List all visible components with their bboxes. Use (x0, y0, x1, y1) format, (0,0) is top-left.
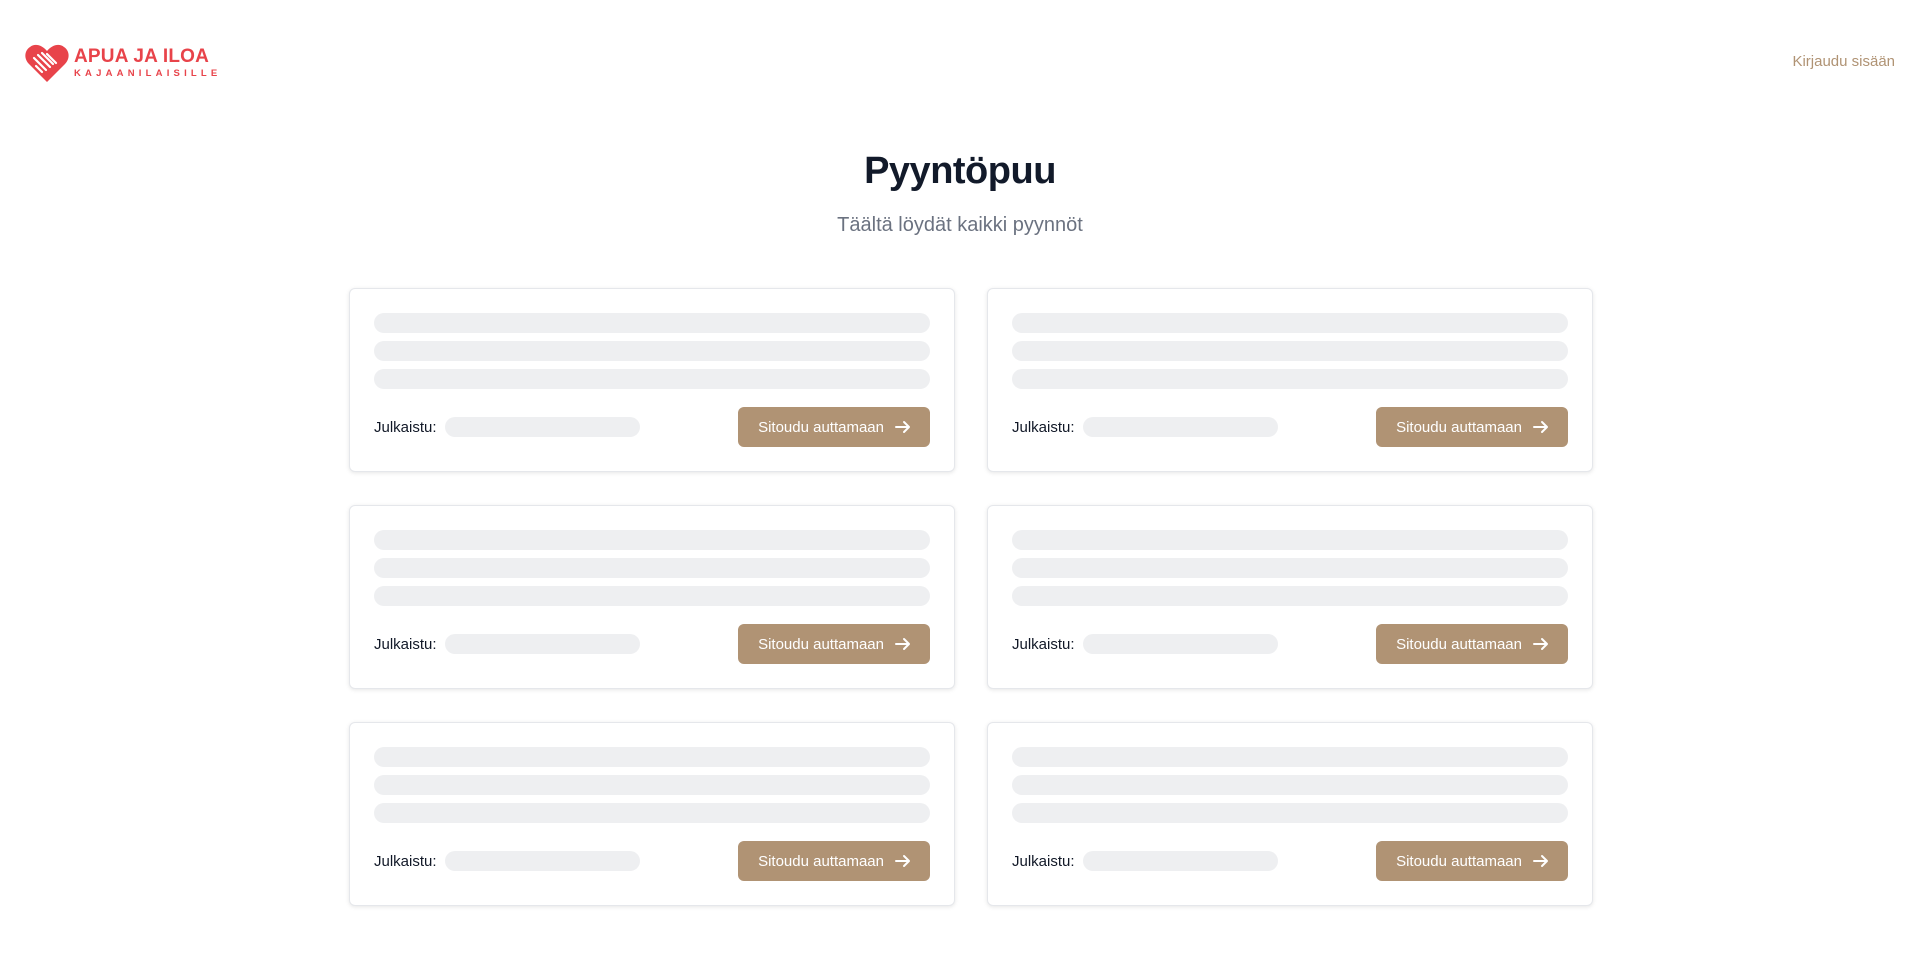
commit-to-help-button[interactable]: Sitoudu auttamaan (738, 624, 930, 664)
request-card: Julkaistu: Sitoudu auttamaan (987, 505, 1593, 689)
card-footer: Julkaistu: Sitoudu auttamaan (374, 841, 930, 881)
card-footer: Julkaistu: Sitoudu auttamaan (1012, 624, 1568, 664)
skeleton-line (374, 747, 930, 767)
card-footer: Julkaistu: Sitoudu auttamaan (374, 624, 930, 664)
skeleton-line (1012, 530, 1568, 550)
logo-text: APUA JA ILOA KAJAANILAISILLE (74, 47, 221, 79)
logo-title: APUA JA ILOA (74, 46, 210, 68)
published-label: Julkaistu: (374, 418, 437, 436)
skeleton-line (374, 341, 930, 361)
skeleton-line (374, 369, 930, 389)
published-label: Julkaistu: (1012, 418, 1075, 436)
arrow-right-icon (1533, 638, 1548, 650)
commit-button-label: Sitoudu auttamaan (1396, 852, 1522, 870)
skeleton-line (1012, 369, 1568, 389)
skeleton-line (1012, 313, 1568, 333)
heart-hands-icon (25, 44, 69, 82)
skeleton-line (1012, 803, 1568, 823)
date-skeleton (1082, 851, 1278, 871)
commit-button-label: Sitoudu auttamaan (758, 418, 884, 436)
commit-button-label: Sitoudu auttamaan (1396, 418, 1522, 436)
published-info: Julkaistu: (1012, 851, 1278, 871)
card-footer: Julkaistu: Sitoudu auttamaan (1012, 841, 1568, 881)
commit-to-help-button[interactable]: Sitoudu auttamaan (738, 841, 930, 881)
page: APUA JA ILOA KAJAANILAISILLE Kirjaudu si… (0, 0, 1920, 955)
published-label: Julkaistu: (1012, 635, 1075, 653)
published-label: Julkaistu: (1012, 852, 1075, 870)
skeleton-line (1012, 775, 1568, 795)
published-label: Julkaistu: (374, 635, 437, 653)
skeleton-line (1012, 341, 1568, 361)
commit-to-help-button[interactable]: Sitoudu auttamaan (1376, 841, 1568, 881)
arrow-right-icon (1533, 421, 1548, 433)
date-skeleton (444, 417, 640, 437)
skeleton-line (1012, 558, 1568, 578)
card-footer: Julkaistu: Sitoudu auttamaan (1012, 407, 1568, 447)
skeleton-line (374, 803, 930, 823)
arrow-right-icon (1533, 855, 1548, 867)
commit-button-label: Sitoudu auttamaan (1396, 635, 1522, 653)
commit-button-label: Sitoudu auttamaan (758, 852, 884, 870)
commit-to-help-button[interactable]: Sitoudu auttamaan (1376, 624, 1568, 664)
published-info: Julkaistu: (1012, 634, 1278, 654)
page-subtitle: Täältä löydät kaikki pyynnöt (837, 214, 1083, 236)
skeleton-line (1012, 747, 1568, 767)
request-card: Julkaistu: Sitoudu auttamaan (349, 505, 955, 689)
skeleton-line (374, 558, 930, 578)
request-card: Julkaistu: Sitoudu auttamaan (987, 288, 1593, 472)
request-card-grid: Julkaistu: Sitoudu auttamaan Julkaistu: … (349, 288, 1593, 906)
published-info: Julkaistu: (374, 634, 640, 654)
published-info: Julkaistu: (374, 417, 640, 437)
request-card: Julkaistu: Sitoudu auttamaan (349, 288, 955, 472)
logo[interactable]: APUA JA ILOA KAJAANILAISILLE (24, 42, 221, 84)
page-title: Pyyntöpuu (864, 150, 1056, 192)
site-header: APUA JA ILOA KAJAANILAISILLE Kirjaudu si… (0, 0, 1920, 120)
commit-button-label: Sitoudu auttamaan (758, 635, 884, 653)
commit-to-help-button[interactable]: Sitoudu auttamaan (738, 407, 930, 447)
published-info: Julkaistu: (374, 851, 640, 871)
published-label: Julkaistu: (374, 852, 437, 870)
login-link[interactable]: Kirjaudu sisään (1792, 53, 1895, 70)
arrow-right-icon (895, 855, 910, 867)
skeleton-line (374, 586, 930, 606)
skeleton-line (374, 313, 930, 333)
date-skeleton (444, 634, 640, 654)
date-skeleton (1082, 417, 1278, 437)
logo-subtitle: KAJAANILAISILLE (74, 68, 222, 80)
date-skeleton (1082, 634, 1278, 654)
skeleton-line (1012, 586, 1568, 606)
published-info: Julkaistu: (1012, 417, 1278, 437)
skeleton-line (374, 530, 930, 550)
arrow-right-icon (895, 421, 910, 433)
request-card: Julkaistu: Sitoudu auttamaan (349, 722, 955, 906)
skeleton-line (374, 775, 930, 795)
card-footer: Julkaistu: Sitoudu auttamaan (374, 407, 930, 447)
arrow-right-icon (895, 638, 910, 650)
request-card: Julkaistu: Sitoudu auttamaan (987, 722, 1593, 906)
date-skeleton (444, 851, 640, 871)
commit-to-help-button[interactable]: Sitoudu auttamaan (1376, 407, 1568, 447)
